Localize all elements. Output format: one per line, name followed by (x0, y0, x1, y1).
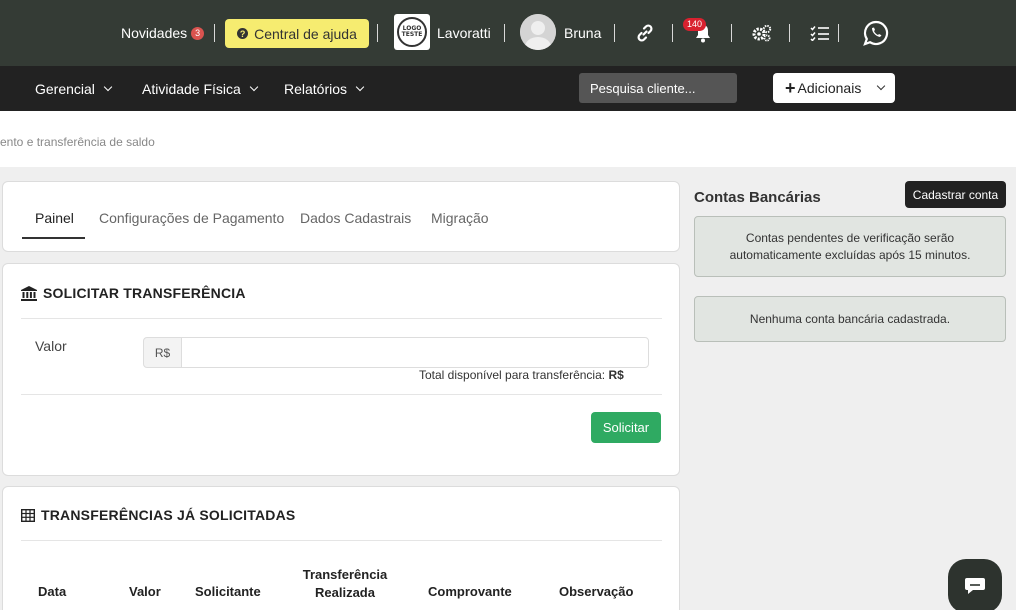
breadcrumb: ento e transferência de saldo (0, 135, 155, 149)
divider (838, 24, 839, 42)
currency-addon: R$ (143, 337, 182, 368)
divider (789, 24, 790, 42)
avatar[interactable] (520, 14, 556, 50)
breadcrumb-bar: ento e transferência de saldo (0, 111, 1016, 167)
transferencias-title-text: TRANSFERÊNCIAS JÁ SOLICITADAS (41, 507, 296, 523)
total-value: R$ (608, 368, 624, 382)
table-icon (21, 508, 35, 522)
whatsapp-icon[interactable] (862, 18, 890, 48)
tabs-card: Painel Configurações de Pagamento Dados … (2, 181, 680, 252)
company-logo[interactable]: LOGO TESTE (394, 14, 430, 50)
adicionais-label: Adicionais (797, 80, 862, 96)
user-silhouette-icon (520, 14, 556, 50)
transferencias-card: TRANSFERÊNCIAS JÁ SOLICITADAS Data Valor… (2, 486, 680, 610)
nav-item-label: Relatórios (284, 80, 348, 97)
valor-label: Valor (35, 338, 67, 354)
plus-icon: + (785, 78, 796, 98)
contas-bancarias-title: Contas Bancárias (694, 189, 821, 206)
novidades-link[interactable]: Novidades 3 (121, 0, 205, 66)
novidades-label: Novidades (121, 25, 188, 41)
nav-item-atividade-fisica[interactable]: Atividade Física (142, 66, 259, 111)
top-bar: Novidades 3 ? Central de ajuda LOGO TEST… (0, 0, 1016, 66)
cadastrar-conta-button[interactable]: Cadastrar conta (905, 181, 1006, 208)
divider (504, 24, 505, 42)
tab-migracao[interactable]: Migração (431, 210, 489, 226)
active-tab-indicator (22, 237, 85, 239)
column-header-data: Data (38, 584, 67, 599)
column-header-solicitante: Solicitante (195, 584, 261, 599)
chevron-down-icon (355, 82, 365, 91)
nav-item-label: Atividade Física (142, 80, 241, 97)
chevron-down-icon (249, 82, 259, 91)
solicitar-transferencia-card: SOLICITAR TRANSFERÊNCIA Valor R$ Total d… (2, 263, 680, 476)
transferencias-title: TRANSFERÊNCIAS JÁ SOLICITADAS (21, 507, 295, 523)
column-header-transferencia-realizada: Transferência Realizada (302, 567, 388, 600)
divider (214, 24, 215, 42)
notifications-count-badge: 140 (683, 18, 707, 31)
solicitar-title-text: SOLICITAR TRANSFERÊNCIA (43, 285, 246, 301)
chevron-down-icon (876, 81, 886, 91)
logo-text: LOGO TESTE (397, 17, 427, 47)
valor-input[interactable] (181, 337, 649, 368)
user-name[interactable]: Bruna (564, 0, 601, 66)
solicitar-title: SOLICITAR TRANSFERÊNCIA (21, 285, 246, 301)
adicionais-button[interactable]: + Adicionais (773, 73, 895, 103)
company-name[interactable]: Lavoratti (437, 0, 491, 66)
help-center-button[interactable]: ? Central de ajuda (225, 19, 369, 48)
tab-painel[interactable]: Painel (35, 210, 74, 226)
checklist-icon[interactable] (809, 20, 831, 46)
divider (21, 394, 662, 395)
bank-icon (21, 285, 37, 301)
divider (377, 24, 378, 42)
column-header-comprovante: Comprovante (428, 584, 512, 599)
divider (731, 24, 732, 42)
divider (614, 24, 615, 42)
pending-accounts-notice: Contas pendentes de verificação serão au… (694, 216, 1006, 277)
novidades-count-badge: 3 (191, 26, 205, 40)
nav-item-gerencial[interactable]: Gerencial (35, 66, 113, 111)
nav-item-label: Gerencial (35, 80, 95, 97)
total-disponivel: Total disponível para transferência: R$ (419, 368, 624, 382)
gears-icon[interactable] (751, 20, 773, 46)
question-icon: ? (237, 28, 249, 39)
search-client-input[interactable] (579, 73, 737, 103)
chevron-down-icon (103, 82, 113, 91)
link-icon[interactable] (634, 20, 656, 46)
column-header-observacao: Observação (559, 584, 634, 599)
solicitar-button[interactable]: Solicitar (591, 412, 661, 443)
chat-bubble-icon (965, 578, 985, 594)
help-center-label: Central de ajuda (254, 25, 357, 42)
divider (21, 540, 662, 541)
divider (672, 24, 673, 42)
divider (21, 318, 662, 319)
tab-dados-cadastrais[interactable]: Dados Cadastrais (300, 210, 411, 226)
column-header-valor: Valor (129, 584, 161, 599)
chat-widget-button[interactable] (948, 559, 1002, 610)
total-label: Total disponível para transferência: (419, 368, 606, 382)
tab-configuracoes-pagamento[interactable]: Configurações de Pagamento (99, 210, 284, 226)
no-accounts-notice: Nenhuma conta bancária cadastrada. (694, 296, 1006, 342)
nav-item-relatorios[interactable]: Relatórios (284, 66, 365, 111)
